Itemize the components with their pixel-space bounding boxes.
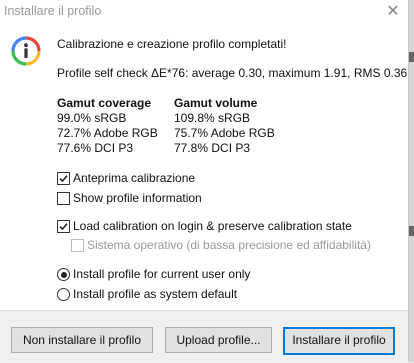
load-calibration-checkbox[interactable] (57, 220, 70, 233)
preview-calibration-label[interactable]: Anteprima calibrazione (73, 171, 195, 185)
coverage-adobe-rgb: 72.7% Adobe RGB (57, 126, 158, 140)
dont-install-button[interactable]: Non installare il profilo (11, 327, 153, 353)
volume-adobe-rgb: 75.7% Adobe RGB (174, 126, 275, 140)
install-current-user-label[interactable]: Install profile for current user only (73, 267, 250, 281)
check-icon (59, 223, 68, 231)
gamut-coverage-header: Gamut coverage (57, 96, 152, 110)
radio-selected-dot (60, 271, 67, 278)
coverage-dci-p3: 77.6% DCI P3 (57, 141, 134, 155)
close-icon[interactable]: ✕ (380, 1, 406, 23)
upload-profile-button[interactable]: Upload profile... (165, 327, 272, 353)
gamut-volume-header: Gamut volume (174, 96, 258, 110)
show-profile-info-checkbox[interactable] (57, 192, 70, 205)
preview-calibration-checkbox[interactable] (57, 172, 70, 185)
background-window-mark (409, 226, 414, 236)
install-system-default-radio[interactable] (57, 288, 70, 301)
volume-srgb: 109.8% sRGB (174, 111, 251, 125)
background-window-mark (409, 52, 414, 62)
profile-self-check: Profile self check ΔE*76: average 0.30, … (57, 66, 408, 80)
install-system-default-label[interactable]: Install profile as system default (73, 287, 237, 301)
check-icon (59, 175, 68, 183)
volume-dci-p3: 77.8% DCI P3 (174, 141, 251, 155)
dialog-footer: Non installare il profilo Upload profile… (0, 310, 408, 363)
title-bar: Installare il profilo ✕ (0, 0, 408, 28)
install-profile-button[interactable]: Installare il profilo (283, 327, 395, 355)
coverage-srgb: 99.0% sRGB (57, 111, 127, 125)
info-icon (11, 36, 41, 66)
os-calibration-checkbox (71, 239, 84, 252)
os-calibration-label: Sistema operativo (di bassa precisione e… (87, 238, 371, 252)
completion-message: Calibrazione e creazione profilo complet… (57, 37, 287, 51)
load-calibration-label[interactable]: Load calibration on login & preserve cal… (73, 219, 352, 233)
install-profile-dialog: Installare il profilo ✕ Calibrazione e c… (0, 0, 409, 363)
show-profile-info-label[interactable]: Show profile information (73, 191, 202, 205)
window-title: Installare il profilo (4, 4, 102, 18)
install-current-user-radio[interactable] (57, 268, 70, 281)
